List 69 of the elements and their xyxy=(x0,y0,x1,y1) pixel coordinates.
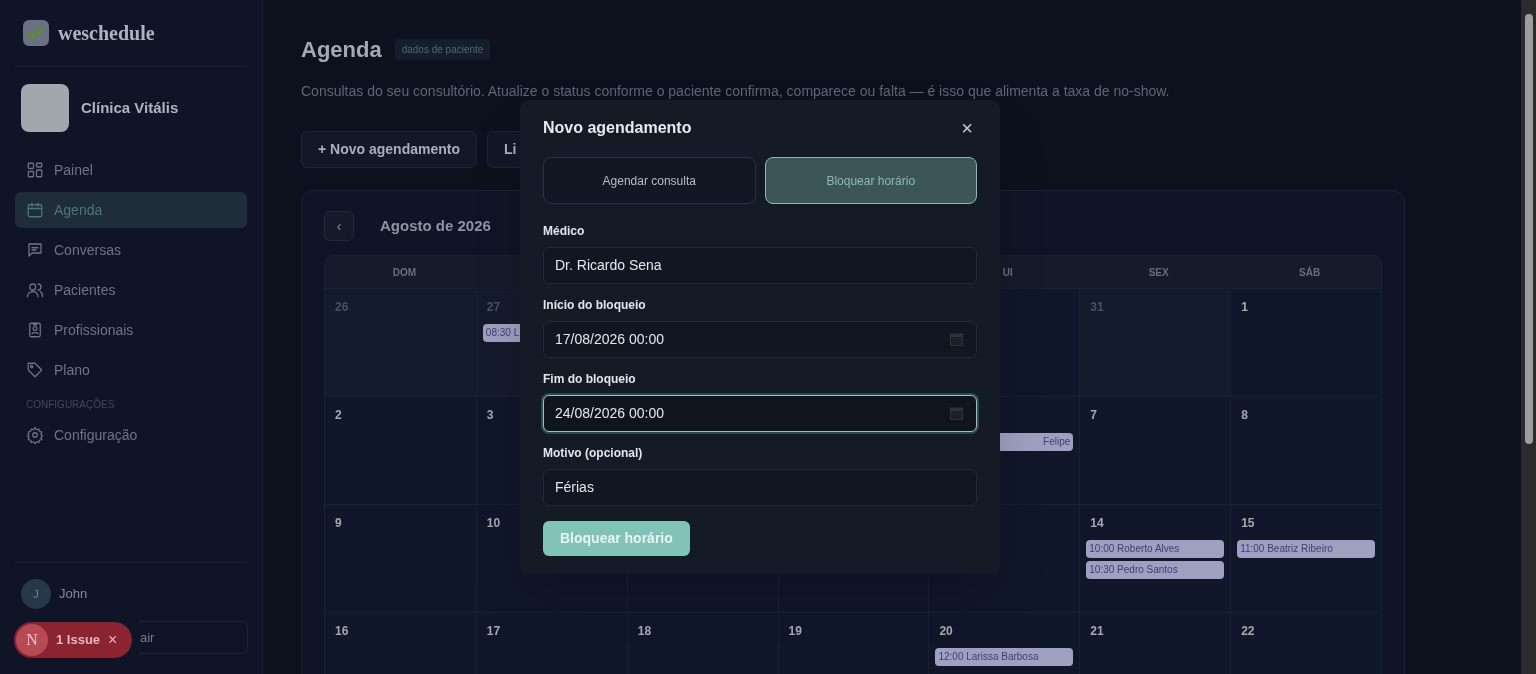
calendar-icon[interactable] xyxy=(950,407,963,420)
day-number: 15 xyxy=(1241,515,1255,532)
day-number: 1 xyxy=(1241,299,1248,316)
brand-name: weschedule xyxy=(58,21,155,46)
tag-icon xyxy=(26,361,44,379)
day-number: 14 xyxy=(1090,515,1104,532)
day-number: 17 xyxy=(486,623,501,640)
clinic-logo xyxy=(21,84,69,132)
nav-item[interactable]: Conversas xyxy=(15,232,247,268)
day-number: 9 xyxy=(335,515,342,532)
day-number: 21 xyxy=(1090,623,1104,640)
day-number: 20 xyxy=(939,623,953,640)
mode-tab[interactable]: Bloquear horário xyxy=(764,157,977,204)
nav-item[interactable]: Profissionais xyxy=(15,312,247,348)
page-tag: dados de paciente xyxy=(394,39,491,60)
nav-item[interactable]: Plano xyxy=(15,352,247,388)
chat-icon xyxy=(26,241,44,259)
close-icon[interactable]: × xyxy=(108,628,118,652)
day-number: 7 xyxy=(1090,407,1097,424)
users-icon xyxy=(26,281,44,299)
settings-icon xyxy=(26,426,44,444)
nav-item[interactable]: Agenda xyxy=(15,192,247,228)
weekday-label: SEX xyxy=(1148,265,1169,280)
day-number: 18 xyxy=(637,623,652,640)
previous-month-button[interactable]: ‹ xyxy=(324,211,354,241)
nav-item[interactable]: Painel xyxy=(15,152,247,188)
day-number: 22 xyxy=(1241,623,1255,640)
datetime-field[interactable]: 17/08/2026 00:00 xyxy=(543,321,977,358)
logo-icon xyxy=(22,19,50,47)
field-label: Fim do bloqueio xyxy=(543,371,637,388)
close-button[interactable]: × xyxy=(957,118,977,138)
day-number: 19 xyxy=(788,623,802,640)
appointment-chip[interactable]: 12:00 Larissa Barbosa xyxy=(935,648,1074,666)
month-title: Agosto de 2026 xyxy=(380,215,491,236)
day-number: 10 xyxy=(486,515,501,532)
calendar-icon[interactable] xyxy=(950,333,963,346)
framework-logo-icon: N xyxy=(16,624,48,656)
new-appointment-button[interactable]: + Novo agendamento xyxy=(301,131,477,168)
weekday-label: SÁB xyxy=(1299,265,1321,280)
modal-title: Novo agendamento xyxy=(543,118,692,138)
input-field[interactable]: Dr. Ricardo Sena xyxy=(543,247,977,284)
field-label: Médico xyxy=(543,223,586,240)
day-number: 2 xyxy=(335,407,342,424)
issue-count: 1 Issue xyxy=(56,631,101,650)
appointment-chip[interactable]: 10:00 Roberto Alves xyxy=(1086,540,1225,558)
appointment-chip[interactable]: 10:30 Pedro Santos xyxy=(1086,561,1225,579)
user-name: John xyxy=(59,585,88,604)
clinic-name: Clínica Vitális xyxy=(81,97,179,118)
nav-item[interactable]: Configuração xyxy=(15,417,247,453)
datetime-field[interactable]: 24/08/2026 00:00 xyxy=(543,395,977,432)
page-description: Consultas do seu consultório. Atualize o status conforme o paciente confirma, comparece ou falta — é isso que alimenta a taxa de no-show. xyxy=(301,82,1171,101)
grid-icon xyxy=(26,161,44,179)
id-badge-icon xyxy=(26,321,44,339)
user-avatar: J xyxy=(21,579,51,609)
day-number: 3 xyxy=(486,407,494,424)
day-number: 8 xyxy=(1241,407,1248,424)
appointment-chip[interactable]: 11:00 Beatriz Ribeiro xyxy=(1237,540,1375,558)
weekday-label: UI xyxy=(1002,265,1013,280)
nav-item[interactable]: Pacientes xyxy=(15,272,247,308)
logout-button[interactable]: air xyxy=(139,621,248,654)
calendar-icon xyxy=(26,201,44,219)
page-title: Agenda xyxy=(301,36,382,64)
input-field[interactable]: Férias xyxy=(543,469,977,506)
issue-toast[interactable]: N 1 Issue × xyxy=(14,622,132,658)
weekday-label: DOM xyxy=(392,265,417,280)
field-label: Motivo (opcional) xyxy=(543,445,644,462)
mode-tab[interactable]: Agendar consulta xyxy=(543,157,756,204)
day-number: 16 xyxy=(335,623,349,640)
field-label: Início do bloqueio xyxy=(543,297,647,314)
